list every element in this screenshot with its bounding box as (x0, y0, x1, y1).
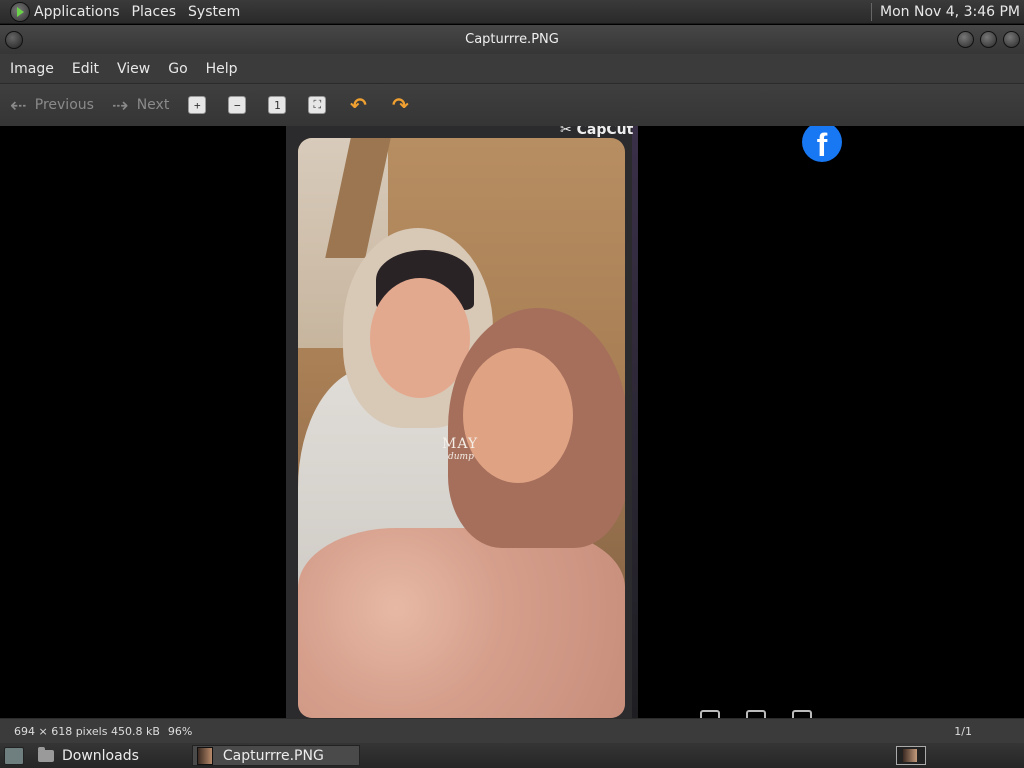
taskbar: Downloads Capturrre.PNG (0, 743, 1024, 768)
menu-image[interactable]: Image (10, 61, 54, 77)
arrow-right-icon: ⇢ (111, 93, 129, 117)
menubar: Image Edit View Go Help (0, 54, 1024, 84)
selfie-photo (298, 138, 625, 718)
normal-size-icon[interactable]: 1 (268, 96, 287, 114)
person-right-face (463, 348, 573, 483)
top-panel: Applications Places System Mon Nov 4, 3:… (0, 0, 1024, 24)
applications-menu[interactable]: Applications (34, 4, 120, 20)
rotate-left-icon[interactable]: ↶ (348, 93, 368, 117)
menu-help[interactable]: Help (206, 61, 238, 77)
rotate-right-icon[interactable]: ↷ (390, 93, 410, 117)
system-menu[interactable]: System (188, 4, 240, 20)
task-downloads-label: Downloads (62, 747, 139, 764)
places-menu[interactable]: Places (132, 4, 177, 20)
image-bottom-icons (700, 710, 812, 718)
arrow-left-icon: ⇠ (10, 93, 27, 117)
watermark-main: MAY (442, 436, 479, 452)
window-controls (957, 31, 1020, 48)
image-info: 694 × 618 pixels 450.8 kB (14, 724, 160, 738)
task-capturrre[interactable]: Capturrre.PNG (191, 745, 360, 766)
capcut-logo: ✂ CapCut (560, 126, 634, 138)
person-right-body (298, 528, 625, 718)
close-button[interactable] (1003, 31, 1020, 48)
previous-button[interactable]: ⇠ Previous (10, 93, 94, 117)
previous-label: Previous (34, 97, 94, 113)
task-downloads[interactable]: Downloads (38, 745, 147, 766)
show-desktop-icon[interactable] (4, 746, 24, 765)
best-fit-icon[interactable]: ⛶ (308, 96, 327, 114)
workspace-switcher[interactable] (896, 746, 926, 765)
square-icon (792, 710, 812, 718)
toolbar: ⇠ Previous ⇢ Next + − 1 ⛶ ↶ ↷ (0, 84, 1024, 126)
window-titlebar[interactable]: Capturrre.PNG (0, 25, 1024, 54)
next-label: Next (136, 97, 170, 113)
window-menu-icon[interactable] (5, 31, 23, 49)
statusbar: 694 × 618 pixels 450.8 kB 96% 1/1 (0, 718, 1024, 743)
maximize-button[interactable] (980, 31, 997, 48)
image-viewport[interactable]: ✂ CapCut MAY dump f (0, 126, 1024, 718)
clock[interactable]: Mon Nov 4, 3:46 PM (880, 4, 1020, 20)
menu-go[interactable]: Go (168, 61, 187, 77)
page-counter: 1/1 (954, 725, 972, 738)
image-thumbnail-icon (196, 746, 213, 765)
facebook-logo-icon: f (802, 126, 842, 162)
menu-edit[interactable]: Edit (72, 61, 99, 77)
trash-icon (746, 710, 766, 718)
task-capturrre-label: Capturrre.PNG (222, 747, 324, 764)
folder-icon (38, 746, 54, 762)
gnome-foot-icon[interactable] (10, 1, 30, 22)
zoom-in-icon[interactable]: + (188, 96, 207, 114)
camera-icon (700, 710, 720, 718)
zoom-level: 96% (167, 724, 193, 738)
minimize-button[interactable] (957, 31, 974, 48)
panel-separator (871, 2, 873, 21)
watermark-sub: dump (448, 452, 474, 462)
menu-view[interactable]: View (117, 61, 150, 77)
window-title: Capturrre.PNG (465, 32, 559, 47)
zoom-out-icon[interactable]: − (228, 96, 247, 114)
next-button[interactable]: ⇢ Next (112, 93, 169, 117)
